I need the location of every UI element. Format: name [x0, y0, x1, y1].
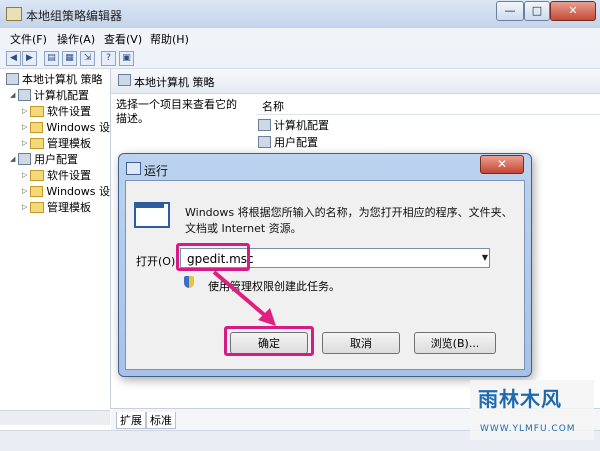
expand-icon[interactable]: ▷ — [22, 123, 30, 131]
dialog-description: Windows 将根据您所输入的名称，为您打开相应的程序、文件夹、文档或 Int… — [185, 206, 513, 235]
menu-file[interactable]: 文件(F) — [10, 31, 47, 47]
user-icon — [258, 136, 271, 148]
watermark-url: WWW.YLMFU.COM — [480, 424, 576, 434]
cancel-button[interactable]: 取消 — [322, 332, 400, 354]
dialog-close-button[interactable]: ✕ — [480, 155, 524, 174]
tree-user-config[interactable]: ◢ 用户配置 — [0, 151, 110, 167]
forward-icon[interactable]: ▶ — [22, 51, 37, 66]
tree-pane: 本地计算机 策略 ◢ 计算机配置 ▷ 软件设置 ▷ Windows 设 ▷ 管理模板 ◢… — [0, 69, 111, 409]
maximize-button[interactable]: □ — [524, 1, 550, 21]
tree-item[interactable]: ▷ Windows 设 — [0, 183, 110, 199]
menu-view[interactable]: 查看(V) — [104, 31, 142, 47]
input-highlight-box — [176, 243, 250, 271]
ok-highlight-box — [224, 326, 314, 356]
tab-standard[interactable]: 标准 — [146, 412, 176, 429]
tree-item[interactable]: ▷ 软件设置 — [0, 103, 110, 119]
shield-icon — [184, 276, 194, 288]
collapse-icon[interactable]: ◢ — [10, 155, 18, 163]
list-header — [256, 96, 600, 115]
folder-icon — [30, 105, 44, 117]
collapse-icon[interactable]: ◢ — [10, 91, 18, 99]
expand-icon[interactable]: ▷ — [22, 139, 30, 147]
list-item[interactable]: 用户配置 — [258, 134, 318, 150]
user-icon — [18, 153, 31, 165]
right-pane-title: 本地计算机 策略 — [134, 76, 215, 89]
app-icon — [6, 7, 22, 21]
tree-item[interactable]: ▷ 管理模板 — [0, 135, 110, 151]
tree-item[interactable]: ▷ 软件设置 — [0, 167, 110, 183]
menu-help[interactable]: 帮助(H) — [150, 31, 189, 47]
expand-icon[interactable]: ▷ — [22, 203, 30, 211]
tree-root[interactable]: 本地计算机 策略 — [0, 71, 110, 87]
policy-icon — [118, 74, 131, 86]
chevron-down-icon[interactable]: ▼ — [480, 250, 490, 266]
tree-item[interactable]: ▷ 管理模板 — [0, 199, 110, 215]
folder-icon — [30, 169, 44, 181]
dialog-title: 运行 — [144, 164, 169, 178]
window-title: 本地组策略编辑器 — [26, 9, 123, 23]
watermark-logo: 雨林木风 — [478, 387, 562, 411]
run-title-icon — [126, 162, 141, 175]
tree-item[interactable]: ▷ Windows 设 — [0, 119, 110, 135]
admin-note: 使用管理权限创建此任务。 — [208, 280, 340, 293]
browse-button[interactable]: 浏览(B)... — [414, 332, 496, 354]
folder-icon — [29, 121, 44, 133]
computer-icon — [258, 119, 271, 131]
help-icon[interactable]: ? — [101, 51, 116, 66]
column-name[interactable]: 名称 — [262, 98, 284, 114]
horizontal-scrollbar[interactable] — [0, 410, 110, 425]
back-icon[interactable]: ◀ — [6, 51, 21, 66]
export-icon[interactable]: ⇲ — [80, 51, 95, 66]
expand-icon[interactable]: ▷ — [22, 107, 30, 115]
tab-extended[interactable]: 扩展 — [116, 412, 146, 429]
run-icon-bar — [136, 204, 164, 208]
tree-computer-config[interactable]: ◢ 计算机配置 — [0, 87, 110, 103]
expand-icon[interactable]: ▷ — [22, 171, 30, 179]
computer-icon — [6, 73, 19, 85]
open-label: 打开(O): — [136, 255, 179, 268]
computer-icon — [18, 89, 31, 101]
folder-icon — [30, 137, 44, 149]
properties-icon[interactable]: ▦ — [62, 51, 77, 66]
close-button[interactable]: ✕ — [550, 1, 596, 21]
filter-icon[interactable]: ▣ — [119, 51, 134, 66]
description-text: 选择一个项目来查看它的描述。 — [116, 98, 237, 125]
folder-icon — [30, 201, 44, 213]
list-item[interactable]: 计算机配置 — [258, 117, 329, 133]
menu-action[interactable]: 操作(A) — [57, 31, 95, 47]
show-tree-icon[interactable]: ▤ — [44, 51, 59, 66]
minimize-button[interactable]: — — [496, 1, 524, 21]
expand-icon[interactable]: ▷ — [22, 187, 30, 195]
folder-icon — [29, 185, 44, 197]
